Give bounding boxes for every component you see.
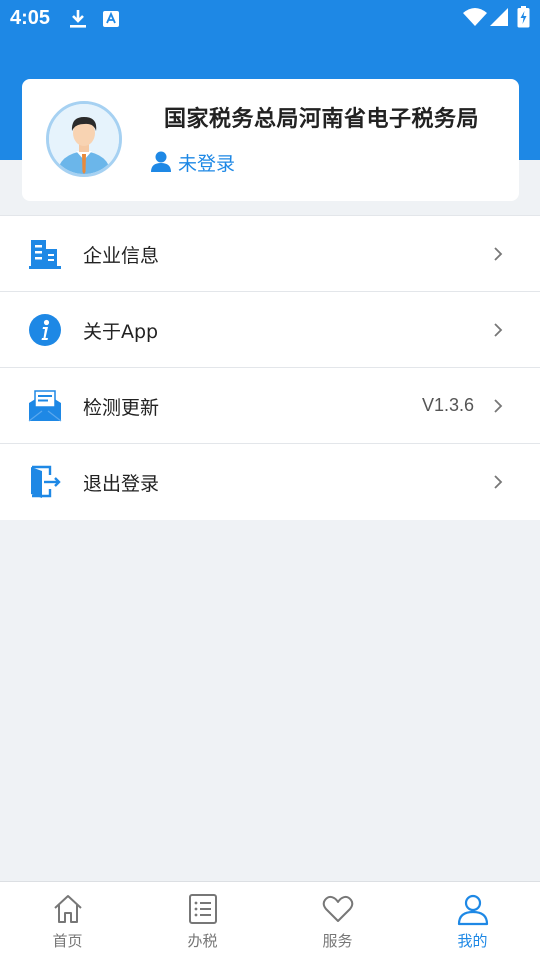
battery-charging-icon bbox=[517, 6, 530, 32]
font-icon bbox=[102, 10, 120, 32]
tab-service[interactable]: 服务 bbox=[270, 882, 405, 960]
menu-item-label: 关于App bbox=[83, 321, 159, 343]
login-status: 未登录 bbox=[178, 153, 236, 175]
tab-mine[interactable]: 我的 bbox=[405, 882, 540, 960]
home-icon bbox=[51, 892, 85, 926]
menu-item-logout[interactable]: 退出登录 bbox=[0, 444, 540, 520]
tab-label: 我的 bbox=[457, 932, 488, 950]
download-icon bbox=[68, 8, 88, 34]
person-icon bbox=[150, 150, 172, 176]
chevron-right-icon bbox=[492, 473, 504, 491]
list-icon bbox=[186, 892, 220, 926]
menu-list: 企业信息 关于App 检测更新 V1.3.6 退出登录 bbox=[0, 215, 540, 520]
profile-card[interactable]: 国家税务总局河南省电子税务局 未登录 bbox=[22, 79, 519, 201]
menu-item-label: 企业信息 bbox=[83, 245, 160, 267]
wifi-icon bbox=[462, 7, 488, 31]
heart-icon bbox=[321, 892, 355, 926]
menu-item-about-app[interactable]: 关于App bbox=[0, 292, 540, 368]
building-icon bbox=[28, 237, 62, 271]
logout-icon bbox=[28, 465, 62, 499]
menu-item-check-update[interactable]: 检测更新 V1.3.6 bbox=[0, 368, 540, 444]
chevron-right-icon bbox=[492, 397, 504, 415]
user-avatar-icon[interactable] bbox=[46, 101, 122, 177]
login-status-row[interactable]: 未登录 bbox=[150, 149, 235, 176]
status-bar: 4:05 bbox=[0, 0, 540, 36]
tab-label: 首页 bbox=[52, 932, 83, 950]
signal-icon bbox=[489, 7, 509, 31]
status-time: 4:05 bbox=[10, 7, 51, 29]
chevron-right-icon bbox=[492, 321, 504, 339]
org-name: 国家税务总局河南省电子税务局 bbox=[164, 107, 480, 132]
profile-icon bbox=[456, 892, 490, 926]
chevron-right-icon bbox=[492, 245, 504, 263]
tab-home[interactable]: 首页 bbox=[0, 882, 135, 960]
menu-item-company-info[interactable]: 企业信息 bbox=[0, 216, 540, 292]
tab-label: 办税 bbox=[187, 932, 218, 950]
mail-update-icon bbox=[28, 389, 62, 423]
app-version: V1.3.6 bbox=[421, 395, 474, 415]
tab-label: 服务 bbox=[322, 932, 353, 950]
bottom-tab-bar: 首页 办税 服务 我的 bbox=[0, 881, 540, 960]
tab-tax[interactable]: 办税 bbox=[135, 882, 270, 960]
menu-item-label: 检测更新 bbox=[83, 397, 160, 419]
info-icon bbox=[28, 313, 62, 347]
menu-item-label: 退出登录 bbox=[83, 473, 160, 495]
